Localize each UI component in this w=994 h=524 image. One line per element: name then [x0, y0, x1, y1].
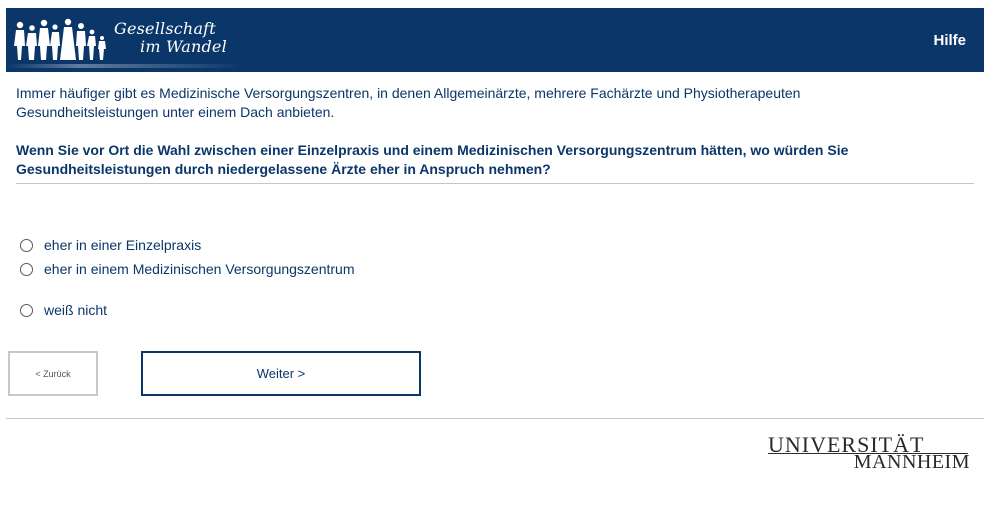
option-label[interactable]: eher in einer Einzelpraxis — [44, 237, 201, 253]
option-einzelpraxis[interactable]: eher in einer Einzelpraxis — [20, 236, 201, 254]
footer-divider — [6, 418, 984, 419]
option-label[interactable]: weiß nicht — [44, 302, 107, 318]
option-versorgungszentrum[interactable]: eher in einem Medizinischen Versorgungsz… — [20, 260, 355, 278]
question-text: Wenn Sie vor Ort die Wahl zwischen einer… — [16, 142, 849, 177]
logo-text-mannheim: MANNHEIM — [853, 451, 970, 473]
gesellschaft-im-wandel-logo: Gesellschaft im Wandel — [6, 8, 246, 72]
radio-button[interactable] — [20, 303, 33, 317]
option-label[interactable]: eher in einem Medizinischen Versorgungsz… — [44, 261, 355, 277]
help-link[interactable]: Hilfe — [933, 32, 966, 49]
divider — [16, 183, 974, 184]
header-bar: Gesellschaft im Wandel Hilfe — [6, 8, 984, 72]
logo-title-line2: im Wandel — [140, 37, 227, 56]
back-button[interactable]: < Zurück — [8, 351, 98, 396]
radio-button[interactable] — [20, 238, 33, 252]
logo-title-line1: Gesellschaft — [114, 19, 216, 38]
universitaet-mannheim-logo: UNIVERSITÄT MANNHEIM — [768, 432, 970, 473]
intro-text: Immer häufiger gibt es Medizinische Vers… — [16, 85, 801, 120]
radio-button[interactable] — [20, 262, 33, 276]
next-button[interactable]: Weiter > — [141, 351, 421, 396]
option-weiss-nicht[interactable]: weiß nicht — [20, 301, 107, 319]
